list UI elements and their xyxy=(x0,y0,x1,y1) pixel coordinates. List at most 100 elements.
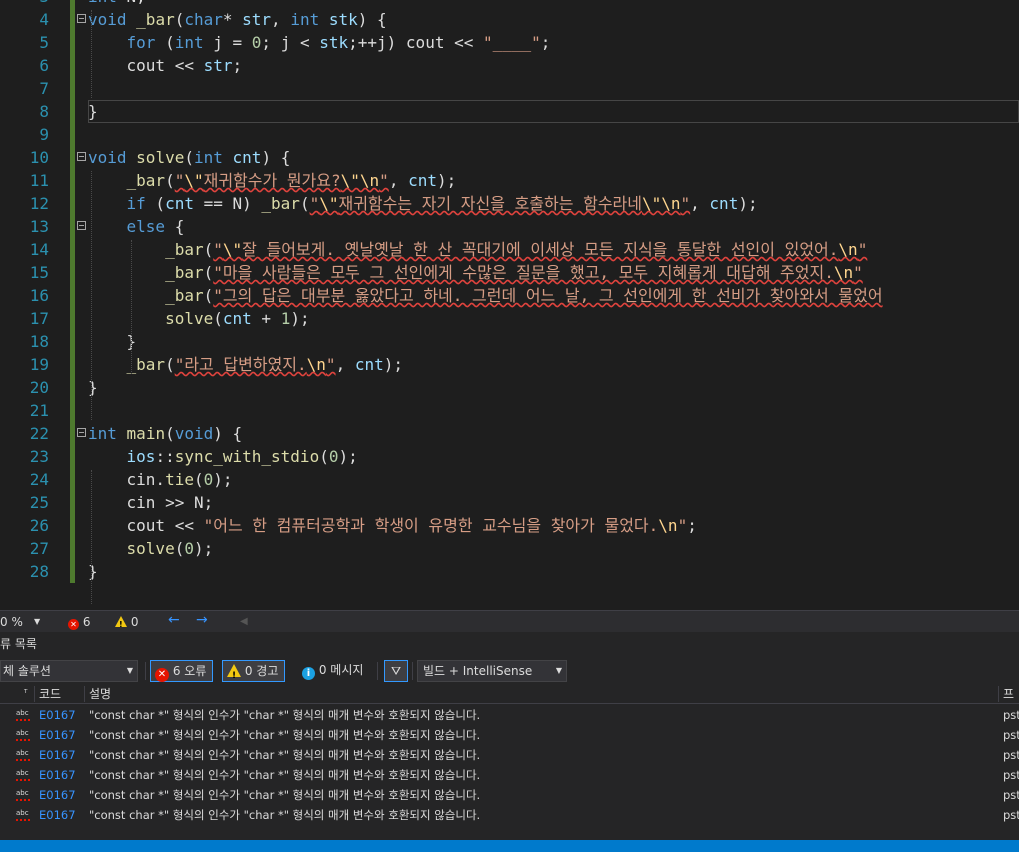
scope-dropdown-label: 체 솔루션 xyxy=(3,664,51,678)
collapse-icon[interactable] xyxy=(77,14,86,23)
line-number: 11 xyxy=(29,171,49,190)
warning-summary-count: 0 xyxy=(130,615,139,629)
error-row[interactable]: abc E0167 "const char *" 형식의 인수가 "char *" … xyxy=(0,785,1019,805)
errors-filter-toggle[interactable]: ✕ 6 오류 xyxy=(150,660,214,682)
code-line[interactable]: 12 if (cnt == N) _bar("\"재귀함수는 자기 자신을 호출… xyxy=(0,192,1019,215)
code-line[interactable]: 25 cin >> N; xyxy=(0,491,1019,514)
column-divider[interactable] xyxy=(998,686,999,702)
code-text: ios::sync_with_stdio(0); xyxy=(126,447,358,466)
code-line[interactable]: 22 int main(void) { xyxy=(0,422,1019,445)
code-line[interactable]: 19 _bar("라고 답변하였지.\n", cnt); xyxy=(0,353,1019,376)
chevron-down-icon: ▼ xyxy=(126,666,133,675)
navigate-forward-icon[interactable]: → xyxy=(196,612,208,628)
code-line[interactable]: 3 int N; xyxy=(0,0,1019,8)
line-number: 5 xyxy=(39,33,49,52)
code-line[interactable]: 28} xyxy=(0,560,1019,583)
change-indicator xyxy=(70,445,75,468)
column-header-code[interactable]: 코드 xyxy=(39,684,61,704)
code-line[interactable]: 10 void solve(int cnt) { xyxy=(0,146,1019,169)
code-line[interactable]: 18 } xyxy=(0,330,1019,353)
error-project: pst xyxy=(1003,748,1019,762)
code-line[interactable]: 13 else { xyxy=(0,215,1019,238)
error-project: pst xyxy=(1003,728,1019,742)
code-editor[interactable]: 3 int N; 4 void _bar(char* str, int stk) {5… xyxy=(0,0,1019,610)
navigate-back-icon[interactable]: ← xyxy=(168,612,180,628)
code-line[interactable]: 20} xyxy=(0,376,1019,399)
change-indicator xyxy=(70,146,75,169)
error-row[interactable]: abc E0167 "const char *" 형식의 인수가 "char *" … xyxy=(0,725,1019,745)
error-code-link[interactable]: E0167 xyxy=(39,745,76,765)
spell-error-icon: abc xyxy=(16,709,30,721)
error-row[interactable]: abc E0167 "const char *" 형식의 인수가 "char *" … xyxy=(0,705,1019,725)
code-text: _bar("라고 답변하였지.\n", cnt); xyxy=(126,355,403,374)
column-header-description[interactable]: 설명 xyxy=(89,684,111,704)
sort-icon[interactable]: ᵀ xyxy=(24,684,27,704)
code-text: } xyxy=(88,378,98,397)
code-line[interactable]: 11 _bar("\"재귀함수가 뭔가요?\"\n", cnt); xyxy=(0,169,1019,192)
column-header-project[interactable]: 프 xyxy=(1003,684,1014,704)
error-list-toolbar: 체 솔루션 ▼ ✕ 6 오류 0 경고 i 0 메시지 ⛛ 빌드 + Intel… xyxy=(0,658,1019,686)
error-row[interactable]: abc E0167 "const char *" 형식의 인수가 "char *" … xyxy=(0,745,1019,765)
code-line[interactable]: 15 _bar("마을 사람들은 모두 그 선인에게 수많은 질문을 했고, 모… xyxy=(0,261,1019,284)
error-row[interactable]: abc E0167 "const char *" 형식의 인수가 "char *" … xyxy=(0,765,1019,785)
line-number: 16 xyxy=(29,286,49,305)
change-indicator xyxy=(70,215,75,238)
spell-error-icon: abc xyxy=(16,789,30,801)
change-indicator xyxy=(70,514,75,537)
zoom-level[interactable]: 0 % xyxy=(0,614,23,630)
code-line[interactable]: 7 xyxy=(0,77,1019,100)
messages-filter-toggle[interactable]: i 0 메시지 xyxy=(298,660,369,682)
code-line[interactable]: 6 cout << str; xyxy=(0,54,1019,77)
spell-error-icon: abc xyxy=(16,749,30,761)
line-number: 25 xyxy=(29,493,49,512)
error-description: "const char *" 형식의 인수가 "char *" 형식의 매개 변… xyxy=(89,748,481,762)
code-line[interactable]: 26 cout << "어느 한 컴퓨터공학과 학생이 유명한 교수님을 찾아가… xyxy=(0,514,1019,537)
error-code-link[interactable]: E0167 xyxy=(39,725,76,745)
warning-summary[interactable]: 0 xyxy=(115,614,139,633)
editor-status-bar: 0 % ▼ ✕ 6 0 ← → ◀ xyxy=(0,610,1019,633)
code-text: void solve(int cnt) { xyxy=(88,148,291,167)
error-code-link[interactable]: E0167 xyxy=(39,765,76,785)
source-filter-label: 빌드 + IntelliSense xyxy=(423,664,533,678)
warnings-filter-toggle[interactable]: 0 경고 xyxy=(222,660,286,686)
error-summary[interactable]: ✕ 6 xyxy=(68,614,90,630)
filter-button[interactable]: ⛛ xyxy=(384,660,408,682)
scroll-left-icon[interactable]: ◀ xyxy=(240,614,248,630)
code-line[interactable]: 24 cin.tie(0); xyxy=(0,468,1019,491)
code-line[interactable]: 27 solve(0); xyxy=(0,537,1019,560)
change-indicator xyxy=(70,422,75,445)
code-line[interactable]: 23 ios::sync_with_stdio(0); xyxy=(0,445,1019,468)
collapse-icon[interactable] xyxy=(77,428,86,437)
error-icon: ✕ xyxy=(155,668,169,682)
error-code-link[interactable]: E0167 xyxy=(39,785,76,805)
collapse-icon[interactable] xyxy=(77,152,86,161)
code-line[interactable]: 9 xyxy=(0,123,1019,146)
column-divider[interactable] xyxy=(34,686,35,702)
code-text: _bar("마을 사람들은 모두 그 선인에게 수많은 질문을 했고, 모두 지… xyxy=(165,263,863,282)
column-divider[interactable] xyxy=(84,686,85,702)
code-line[interactable]: 14 _bar("\"잘 들어보게. 옛날옛날 한 산 꼭대기에 이세상 모든 … xyxy=(0,238,1019,261)
zoom-dropdown-icon[interactable]: ▼ xyxy=(34,614,40,630)
change-indicator xyxy=(70,100,75,123)
code-line[interactable]: 4 void _bar(char* str, int stk) { xyxy=(0,8,1019,31)
toolbar-divider xyxy=(145,662,146,680)
code-line[interactable]: 17 solve(cnt + 1); xyxy=(0,307,1019,330)
error-project: pst xyxy=(1003,808,1019,822)
scope-dropdown[interactable]: 체 솔루션 ▼ xyxy=(0,660,138,682)
code-line[interactable]: 5 for (int j = 0; j < stk;++j) cout << "… xyxy=(0,31,1019,54)
source-filter-dropdown[interactable]: 빌드 + IntelliSense ▼ xyxy=(417,660,567,682)
error-code-link[interactable]: E0167 xyxy=(39,805,76,825)
code-text: else { xyxy=(126,217,185,236)
error-code-link[interactable]: E0167 xyxy=(39,705,76,725)
code-text: cout << str; xyxy=(88,56,243,75)
change-indicator xyxy=(70,31,75,54)
code-text: _bar("\"잘 들어보게. 옛날옛날 한 산 꼭대기에 이세상 모든 지식을… xyxy=(165,240,868,259)
change-indicator xyxy=(70,537,75,560)
code-text: cin >> N; xyxy=(88,493,214,512)
collapse-icon[interactable] xyxy=(77,221,86,230)
code-line[interactable]: 16 _bar("그의 답은 대부분 옳았다고 하네. 그런데 어느 날, 그 … xyxy=(0,284,1019,307)
indent-guide xyxy=(91,470,92,604)
code-line[interactable]: 21 xyxy=(0,399,1019,422)
error-row[interactable]: abc E0167 "const char *" 형식의 인수가 "char *" … xyxy=(0,805,1019,825)
line-number: 13 xyxy=(29,217,49,236)
